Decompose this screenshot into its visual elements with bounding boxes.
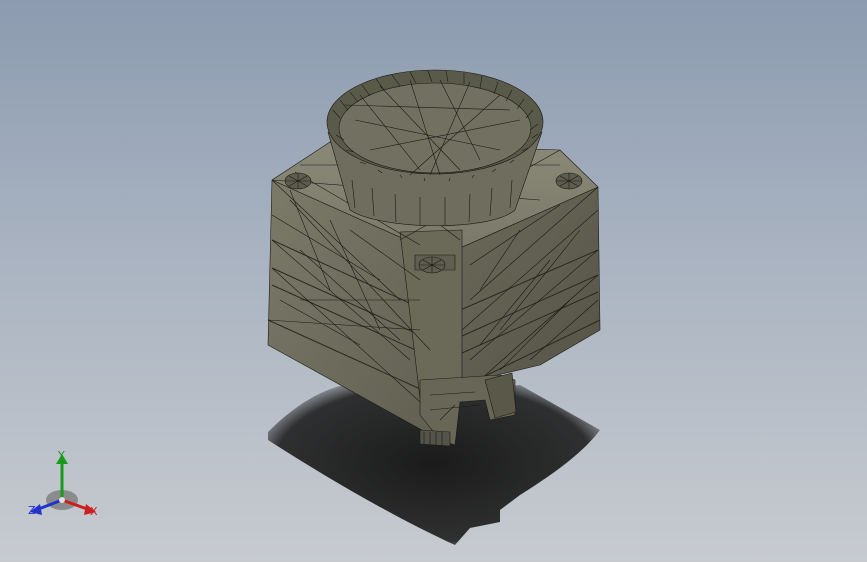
corner-boss-front [418,256,446,274]
axis-z-label: Z [28,504,36,517]
knurled-cylinder [326,69,544,227]
reference-triad[interactable]: Y X Z [22,446,112,526]
model-scene[interactable] [0,0,867,562]
corner-boss-right [555,172,583,190]
graphics-viewport[interactable]: Y X Z [0,0,867,562]
model-body[interactable] [267,69,601,447]
axis-y-label: Y [58,449,65,462]
axis-x-label: X [90,505,98,518]
corner-boss-left [284,172,312,190]
